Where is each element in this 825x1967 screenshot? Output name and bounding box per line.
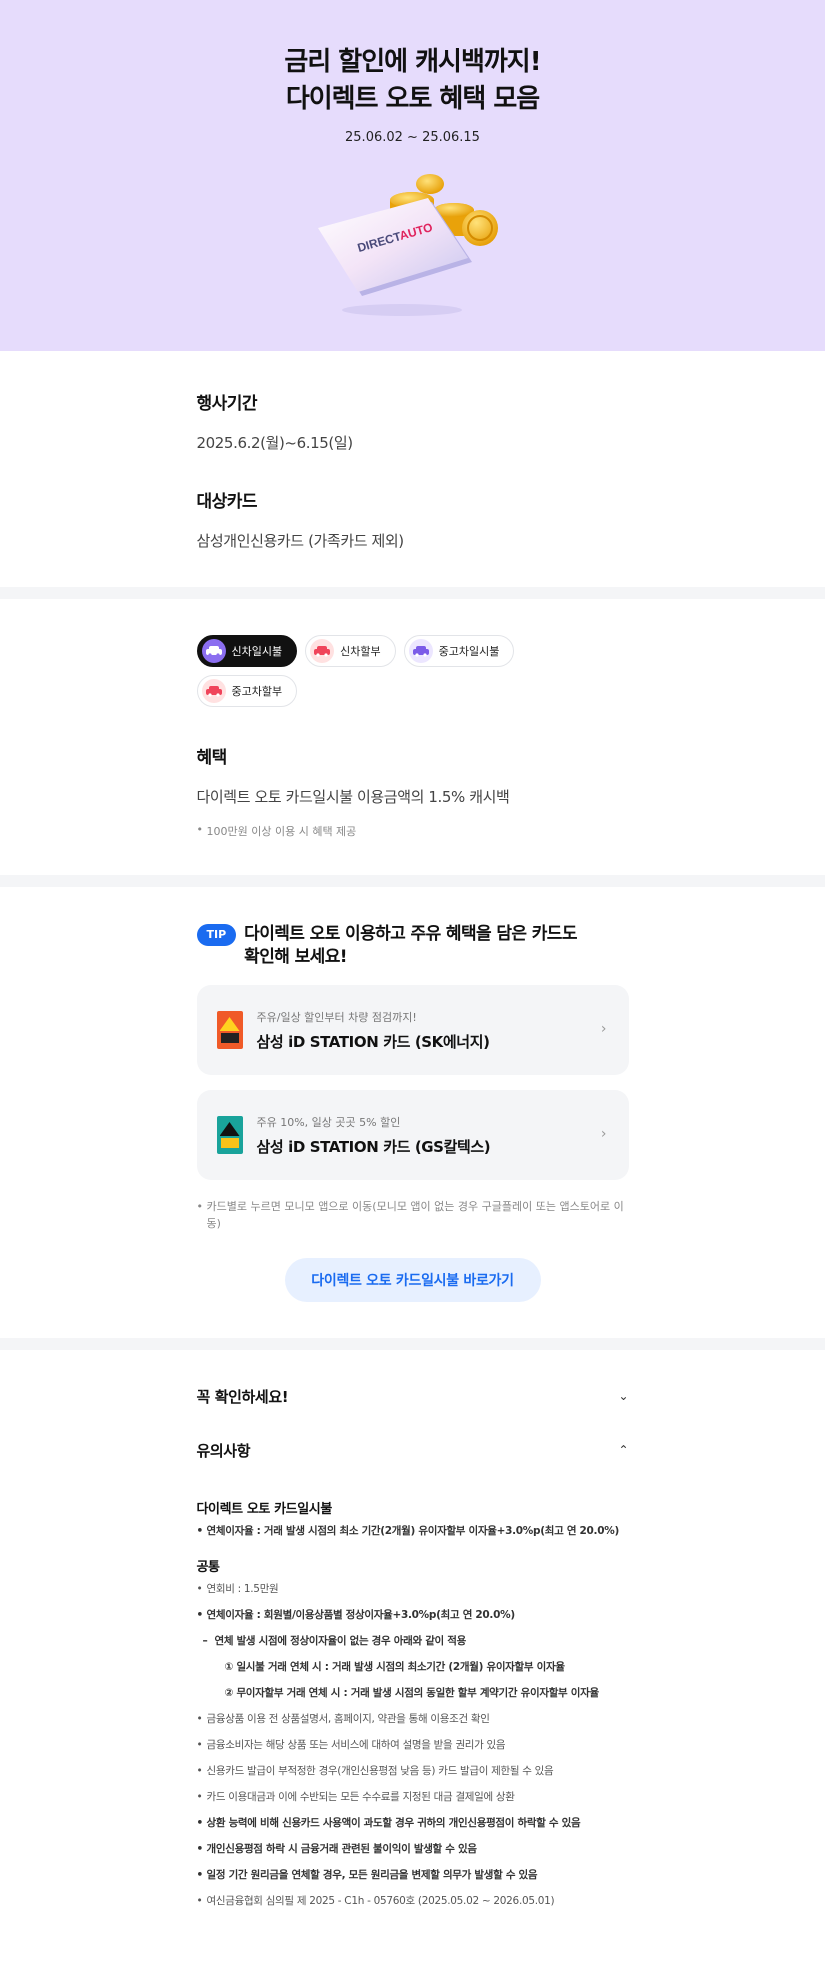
car-icon	[201, 639, 226, 663]
target-value: 삼성개인신용카드 (가족카드 제외)	[196, 532, 405, 550]
accordion-caution[interactable]: 유의사항 ⌃	[197, 1438, 629, 1462]
tab-label: 중고차일시불	[438, 645, 500, 658]
accordion-check[interactable]: 꼭 확인하세요! ⌄	[197, 1384, 629, 1408]
period-label: 행사기간	[196, 394, 258, 414]
benefit-note: 100만원 이상 이용 시 혜택 제공	[197, 823, 629, 839]
hero-banner: 금리 할인에 캐시백까지! 다이렉트 오토 혜택 모음 25.06.02 ~ 2…	[0, 0, 825, 351]
card-thumbnail-sk	[216, 1011, 243, 1049]
notice-item: 금융상품 이용 전 상품설명서, 홈페이지, 약관을 통해 이용조건 확인	[197, 1711, 629, 1728]
notice-section: 꼭 확인하세요! ⌄ 유의사항 ⌃ 다이렉트 오토 카드일시불 연체이자율 : …	[0, 1350, 825, 1930]
tab-label: 신차일시불	[231, 645, 283, 658]
card-name: 삼성 iD STATION 카드 (SK에너지)	[256, 1032, 490, 1051]
notice-item: 연체이자율 : 거래 발생 시점의 최소 기간(2개월) 유이자할부 이자율+3…	[197, 1523, 629, 1540]
tab-used-car-installment[interactable]: 중고차할부	[196, 675, 298, 707]
notice-item: 금융소비자는 해당 상품 또는 서비스에 대하여 설명을 받을 권리가 있음	[197, 1737, 629, 1754]
notice-item: 연체이자율 : 회원별/이용상품별 정상이자율+3.0%p(최고 연 20.0%…	[197, 1607, 629, 1624]
event-info-section: 행사기간 2025.6.2(월)~6.15(일) 대상카드 삼성개인신용카드 (…	[0, 351, 825, 587]
notice-section1-title: 다이렉트 오토 카드일시불	[196, 1502, 333, 1517]
accordion-caution-label: 유의사항	[196, 1441, 251, 1460]
card-subtitle: 주유/일상 할인부터 차량 점검까지!	[256, 1010, 417, 1024]
notice-item: 상환 능력에 비해 신용카드 사용액이 과도할 경우 귀하의 개인신용평점이 하…	[197, 1815, 629, 1832]
card-link-sk-energy[interactable]: 주유/일상 할인부터 차량 점검까지! 삼성 iD STATION 카드 (SK…	[196, 985, 629, 1075]
chevron-right-icon: ›	[600, 1126, 607, 1142]
tab-new-car-installment[interactable]: 신차할부	[305, 635, 396, 667]
chevron-up-icon: ⌃	[618, 1443, 629, 1457]
notice-item: 개인신용평점 하락 시 금융거래 관련된 불이익이 발생할 수 있음	[197, 1841, 629, 1858]
benefit-description: 다이렉트 오토 카드일시불 이용금액의 1.5% 캐시백	[196, 788, 510, 806]
chevron-right-icon: ›	[600, 1021, 607, 1037]
car-icon	[408, 639, 433, 663]
hero-date: 25.06.02 ~ 25.06.15	[345, 130, 480, 145]
car-icon	[201, 679, 226, 703]
tip-note: 카드별로 누르면 모니모 앱으로 이동(모니모 앱이 없는 경우 구글플레이 또…	[197, 1198, 629, 1232]
car-type-tabs: 신차일시불 신차할부 중고차일시불 중고차할부	[196, 635, 542, 707]
benefit-section: 신차일시불 신차할부 중고차일시불 중고차할부 혜택 다이렉트 오토 카드일시불…	[0, 599, 825, 875]
hero-card-coins-illustration: DIRECTAUTO	[318, 174, 498, 316]
tip-badge: TIP	[196, 924, 237, 946]
tab-new-car-lump-sum[interactable]: 신차일시불	[196, 635, 298, 667]
card-name: 삼성 iD STATION 카드 (GS칼텍스)	[256, 1137, 491, 1156]
accordion-check-label: 꼭 확인하세요!	[196, 1387, 289, 1406]
tab-label: 중고차할부	[231, 685, 283, 698]
notice-item: ① 일시불 거래 연체 시 : 거래 발생 시점의 최소기간 (2개월) 유이자…	[224, 1661, 566, 1673]
hero-title-line1: 금리 할인에 캐시백까지!	[284, 47, 541, 77]
car-icon	[310, 639, 335, 663]
target-label: 대상카드	[196, 492, 258, 512]
tip-header: TIP 다이렉트 오토 이용하고 주유 혜택을 담은 카드도 확인해 보세요!	[196, 923, 629, 969]
card-link-gs-caltex[interactable]: 주유 10%, 일상 곳곳 5% 할인 삼성 iD STATION 카드 (GS…	[196, 1090, 629, 1180]
period-value: 2025.6.2(월)~6.15(일)	[196, 434, 354, 452]
benefit-title: 혜택	[196, 748, 228, 768]
notice-item: 연체 발생 시점에 정상이자율이 없는 경우 아래와 같이 적용	[197, 1633, 629, 1650]
hero-title: 금리 할인에 캐시백까지! 다이렉트 오토 혜택 모음	[0, 0, 825, 118]
notice-item: 카드 이용대금과 이에 수반되는 모든 수수료를 지정된 대금 결제일에 상환	[197, 1789, 629, 1806]
tip-section: TIP 다이렉트 오토 이용하고 주유 혜택을 담은 카드도 확인해 보세요! …	[0, 887, 825, 1338]
notice-item: 여신금융협회 심의필 제 2025 - C1h - 05760호 (2025.0…	[197, 1893, 629, 1910]
tab-used-car-lump-sum[interactable]: 중고차일시불	[403, 635, 515, 667]
card-subtitle: 주유 10%, 일상 곳곳 5% 할인	[256, 1115, 401, 1129]
caution-content: 다이렉트 오토 카드일시불 연체이자율 : 거래 발생 시점의 최소 기간(2개…	[197, 1498, 629, 1910]
page: 금리 할인에 캐시백까지! 다이렉트 오토 혜택 모음 25.06.02 ~ 2…	[0, 0, 825, 1930]
tip-title-line2: 확인해 보세요!	[244, 947, 347, 967]
notice-item: 신용카드 발급이 부적정한 경우(개인신용평점 낮음 등) 카드 발급이 제한될…	[197, 1763, 629, 1780]
notice-item: ② 무이자할부 거래 연체 시 : 거래 발생 시점의 동일한 할부 계약기간 …	[224, 1687, 600, 1699]
notice-section2-title: 공통	[196, 1560, 221, 1575]
card-thumbnail-gs	[216, 1116, 243, 1154]
tab-label: 신차할부	[340, 645, 381, 658]
section-divider	[0, 875, 825, 887]
chevron-down-icon: ⌄	[618, 1389, 629, 1403]
tip-title-line1: 다이렉트 오토 이용하고 주유 혜택을 담은 카드도	[244, 924, 577, 944]
section-divider	[0, 587, 825, 599]
hero-title-line2: 다이렉트 오토 혜택 모음	[285, 84, 540, 114]
direct-auto-lump-sum-button[interactable]: 다이렉트 오토 카드일시불 바로가기	[284, 1258, 541, 1302]
section-divider	[0, 1338, 825, 1350]
tip-title: 다이렉트 오토 이용하고 주유 혜택을 담은 카드도 확인해 보세요!	[244, 923, 577, 969]
notice-item: 일정 기간 원리금을 연체할 경우, 모든 원리금을 변제할 의무가 발생할 수…	[197, 1867, 629, 1884]
notice-item: 연회비 : 1.5만원	[197, 1581, 629, 1598]
